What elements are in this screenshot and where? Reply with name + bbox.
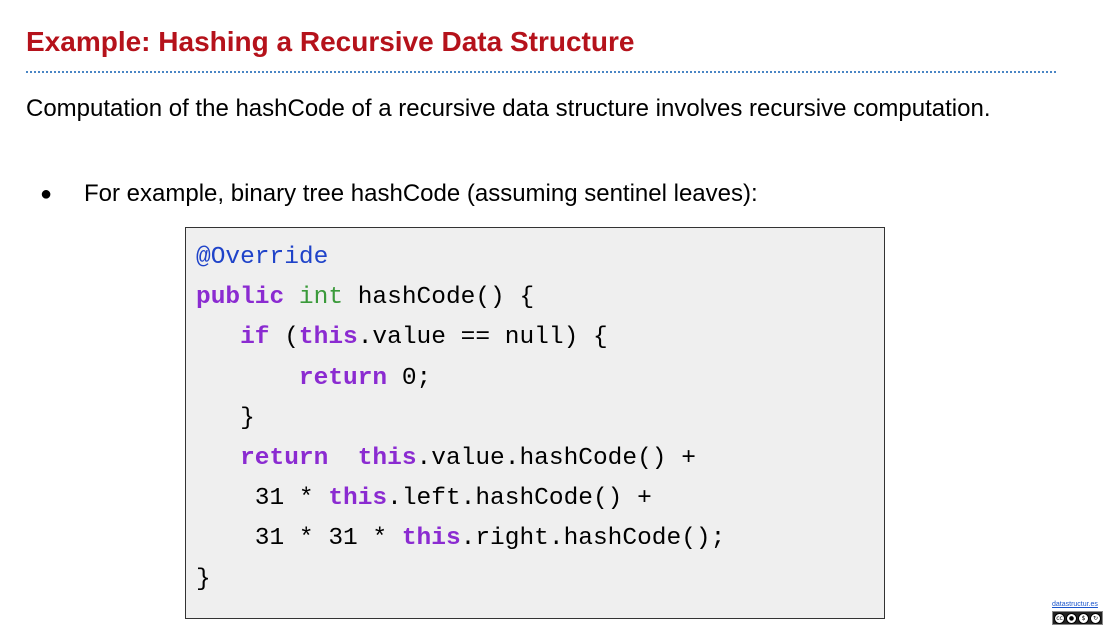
sa-icon: ↻: [1090, 613, 1101, 624]
code-token: public: [196, 284, 285, 312]
license-area: datastructur.es cc ● $ ↻: [1052, 600, 1103, 635]
code-token: 31 * 31 *: [196, 525, 402, 553]
intro-paragraph: Computation of the hashCode of a recursi…: [26, 95, 991, 122]
by-icon: ●: [1066, 613, 1077, 624]
slide-title: Example: Hashing a Recursive Data Struct…: [26, 26, 635, 57]
code-token: return: [298, 364, 388, 392]
code-token: return: [240, 445, 329, 473]
code-line: @Override: [196, 238, 884, 278]
code-token: .left.hashCode() +: [387, 485, 652, 513]
bullet-item: ● For example, binary tree hashCode (ass…: [40, 175, 1040, 213]
code-line: return this.value.hashCode() +: [196, 439, 884, 479]
code-token: .value == null) {: [357, 324, 608, 352]
code-line: return 0;: [196, 359, 884, 399]
title-divider: [26, 71, 1056, 73]
site-link[interactable]: datastructur.es: [1052, 600, 1098, 609]
code-token: this: [298, 324, 358, 352]
code-line: }: [196, 399, 884, 439]
code-token: this: [357, 445, 417, 473]
code-token: 0;: [387, 364, 432, 392]
cc-license-badge-icon[interactable]: cc ● $ ↻: [1052, 611, 1103, 625]
code-token: hashCode() {: [343, 284, 535, 312]
code-token: (: [269, 324, 299, 352]
code-token: .value.hashCode() +: [416, 445, 696, 473]
code-line: 31 * 31 * this.right.hashCode();: [196, 519, 884, 559]
code-block: @Override public int hashCode() { if (thi…: [185, 227, 885, 619]
code-token: this: [401, 525, 461, 553]
code-token: this: [328, 485, 388, 513]
nc-icon: $: [1078, 613, 1089, 624]
cc-icon: cc: [1054, 613, 1065, 624]
code-token: }: [196, 565, 211, 593]
code-line: public int hashCode() {: [196, 278, 884, 318]
code-token: @Override: [196, 244, 329, 271]
bullet-dot-icon: ●: [40, 183, 53, 205]
code-line: if (this.value == null) {: [196, 318, 884, 358]
code-line: }: [196, 560, 884, 600]
code-token: }: [196, 404, 255, 432]
code-token: if: [240, 324, 270, 352]
code-token: .right.hashCode();: [460, 525, 726, 553]
code-token: 31 *: [196, 485, 329, 513]
code-line: 31 * this.left.hashCode() +: [196, 479, 884, 519]
bullet-text: For example, binary tree hashCode (assum…: [84, 180, 758, 207]
code-token: int: [298, 284, 344, 312]
